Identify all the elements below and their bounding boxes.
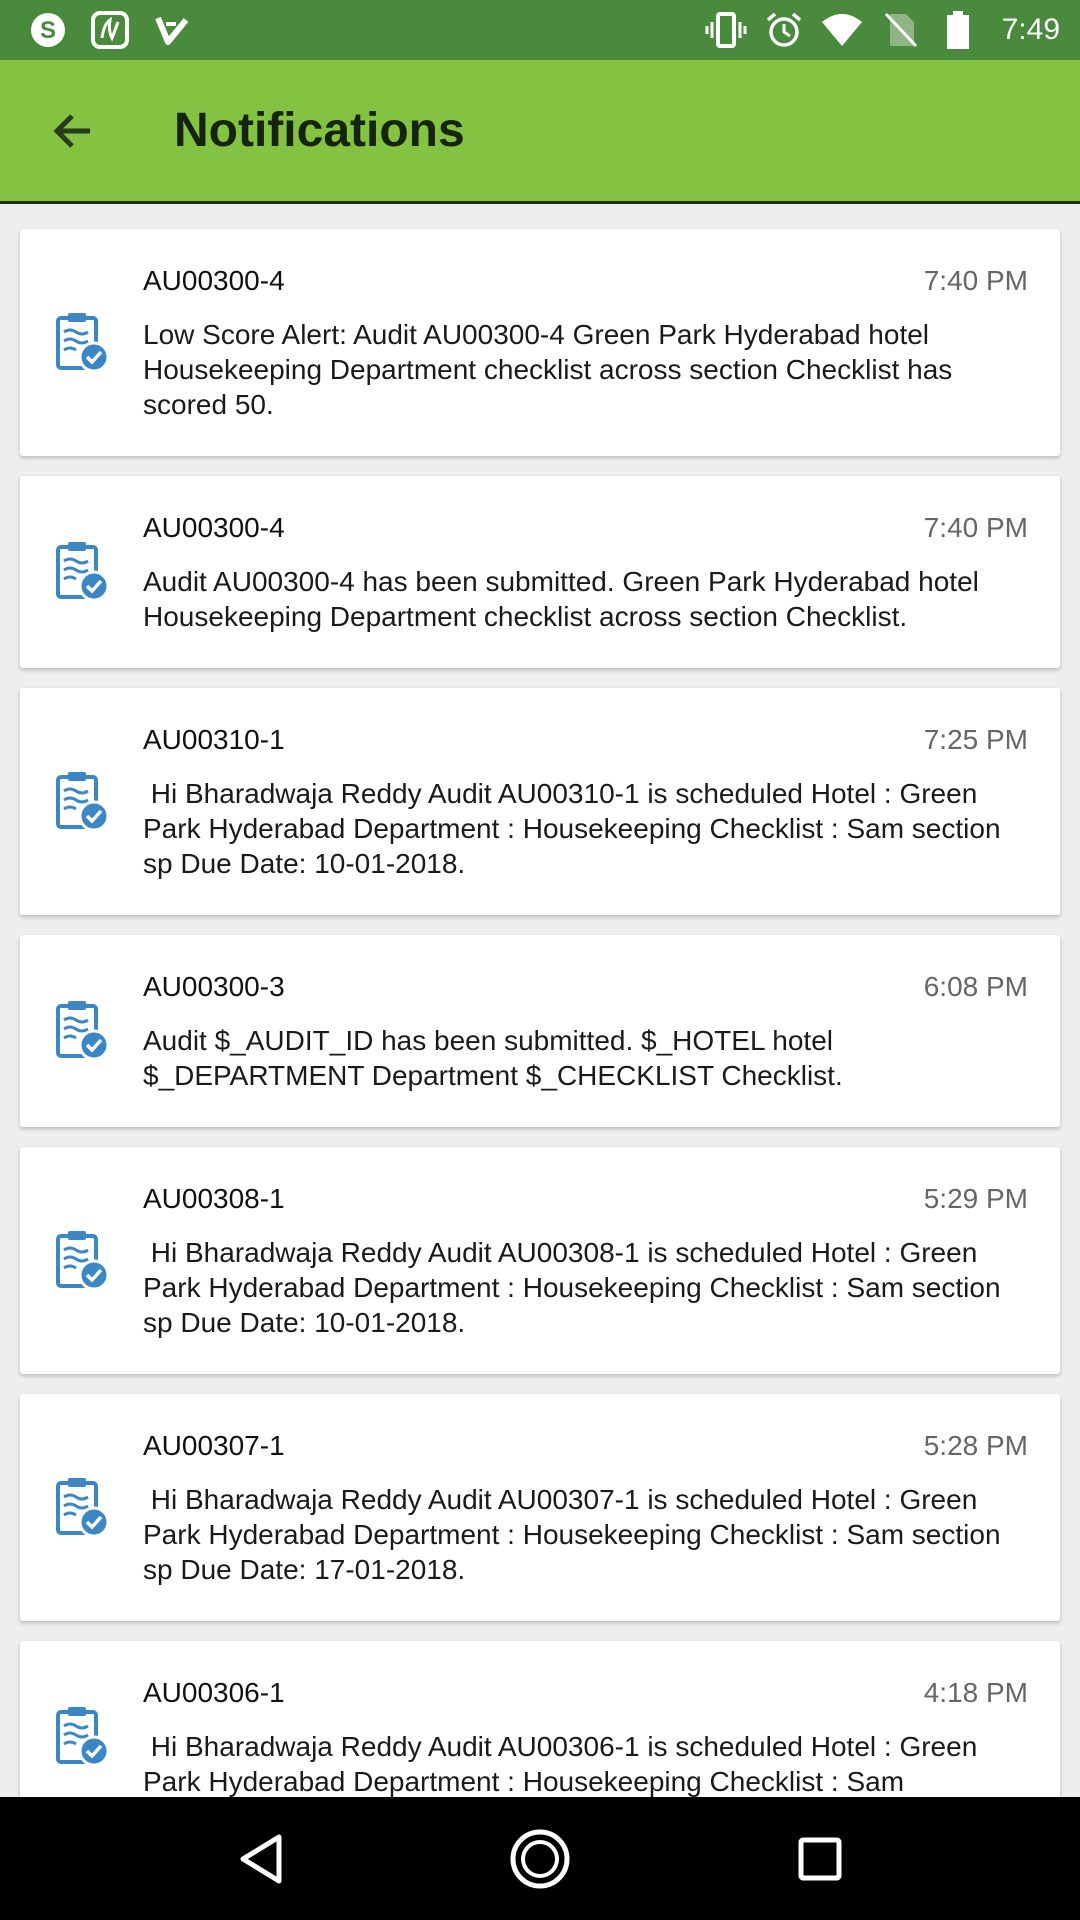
notification-message: Hi Bharadwaja Reddy Audit AU00308-1 is s… [143, 1237, 1009, 1338]
notification-header: AU00300-4 7:40 PM [143, 512, 1028, 544]
notification-audit-id: AU00308-1 [143, 1183, 285, 1214]
checklist-icon [54, 1228, 110, 1294]
notification-time: 7:40 PM [923, 512, 1028, 543]
nav-recents-button[interactable] [780, 1819, 860, 1899]
notification-message: Hi Bharadwaja Reddy Audit AU00306-1 is s… [143, 1731, 986, 1797]
notification-card[interactable]: AU00306-1 4:18 PM Hi Bharadwaja Reddy Au… [20, 1641, 1060, 1797]
notification-time: 7:25 PM [923, 724, 1028, 755]
notification-message: Audit AU00300-4 has been submitted. Gree… [143, 566, 987, 632]
notification-audit-id: AU00306-1 [143, 1677, 285, 1708]
status-bar: S 7:49 [0, 0, 1080, 60]
recents-square-icon [798, 1837, 842, 1880]
checklist-icon [54, 769, 110, 835]
notification-header: AU00307-1 5:28 PM [143, 1430, 1028, 1462]
notification-message: Audit $_AUDIT_ID has been submitted. $_H… [143, 1025, 843, 1091]
checklist-icon [54, 998, 110, 1064]
notification-header: AU00310-1 7:25 PM [143, 724, 1028, 756]
checklist-icon [54, 539, 110, 605]
vibrate-icon [704, 8, 748, 52]
back-triangle-icon [240, 1834, 282, 1883]
notification-message: Hi Bharadwaja Reddy Audit AU00307-1 is s… [143, 1484, 1009, 1585]
notification-time: 5:29 PM [923, 1183, 1028, 1214]
notification-list[interactable]: AU00300-4 7:40 PM Low Score Alert: Audit… [0, 207, 1080, 1797]
notification-card[interactable]: AU00308-1 5:29 PM Hi Bharadwaja Reddy Au… [20, 1147, 1060, 1374]
page-title: Notifications [174, 104, 465, 157]
home-circle-icon [510, 1829, 570, 1888]
nav-home-button[interactable] [500, 1819, 580, 1899]
no-sim-icon [878, 8, 922, 52]
battery-icon [936, 8, 980, 52]
notification-audit-id: AU00300-3 [143, 971, 285, 1002]
tick-app-icon [150, 8, 194, 52]
wifi-icon [820, 8, 864, 52]
notification-audit-id: AU00307-1 [143, 1430, 285, 1461]
notification-card[interactable]: AU00300-3 6:08 PM Audit $_AUDIT_ID has b… [20, 935, 1060, 1127]
checklist-icon [54, 1704, 110, 1770]
notification-audit-id: AU00300-4 [143, 265, 285, 296]
notification-header: AU00300-4 7:40 PM [143, 265, 1028, 297]
notification-header: AU00308-1 5:29 PM [143, 1183, 1028, 1215]
svg-text:S: S [40, 17, 56, 44]
notification-time: 5:28 PM [923, 1430, 1028, 1461]
notification-time: 6:08 PM [923, 971, 1028, 1002]
arrow-back-icon [53, 113, 90, 148]
notification-header: AU00300-3 6:08 PM [143, 971, 1028, 1003]
system-nav-bar [0, 1797, 1080, 1920]
notification-message: Low Score Alert: Audit AU00300-4 Green P… [143, 319, 961, 420]
notification-card[interactable]: AU00300-4 7:40 PM Low Score Alert: Audit… [20, 229, 1060, 456]
checklist-icon [54, 1475, 110, 1541]
status-left-icons: S [26, 8, 212, 52]
notification-audit-id: AU00300-4 [143, 512, 285, 543]
notification-message: Hi Bharadwaja Reddy Audit AU00310-1 is s… [143, 778, 1009, 879]
notification-header: AU00306-1 4:18 PM [143, 1677, 1028, 1709]
skype-icon: S [26, 8, 70, 52]
app-bar: Notifications [0, 60, 1080, 204]
checklist-icon [54, 310, 110, 376]
notification-card[interactable]: AU00300-4 7:40 PM Audit AU00300-4 has be… [20, 476, 1060, 668]
status-right-icons: 7:49 [704, 8, 1060, 52]
back-button[interactable] [32, 91, 112, 171]
saavn-icon [88, 8, 132, 52]
notification-audit-id: AU00310-1 [143, 724, 285, 755]
nav-back-button[interactable] [220, 1819, 300, 1899]
status-time: 7:49 [1001, 13, 1060, 46]
notification-card[interactable]: AU00307-1 5:28 PM Hi Bharadwaja Reddy Au… [20, 1394, 1060, 1621]
notification-time: 4:18 PM [923, 1677, 1028, 1708]
notification-card[interactable]: AU00310-1 7:25 PM Hi Bharadwaja Reddy Au… [20, 688, 1060, 915]
notification-time: 7:40 PM [923, 265, 1028, 296]
alarm-icon [762, 8, 806, 52]
